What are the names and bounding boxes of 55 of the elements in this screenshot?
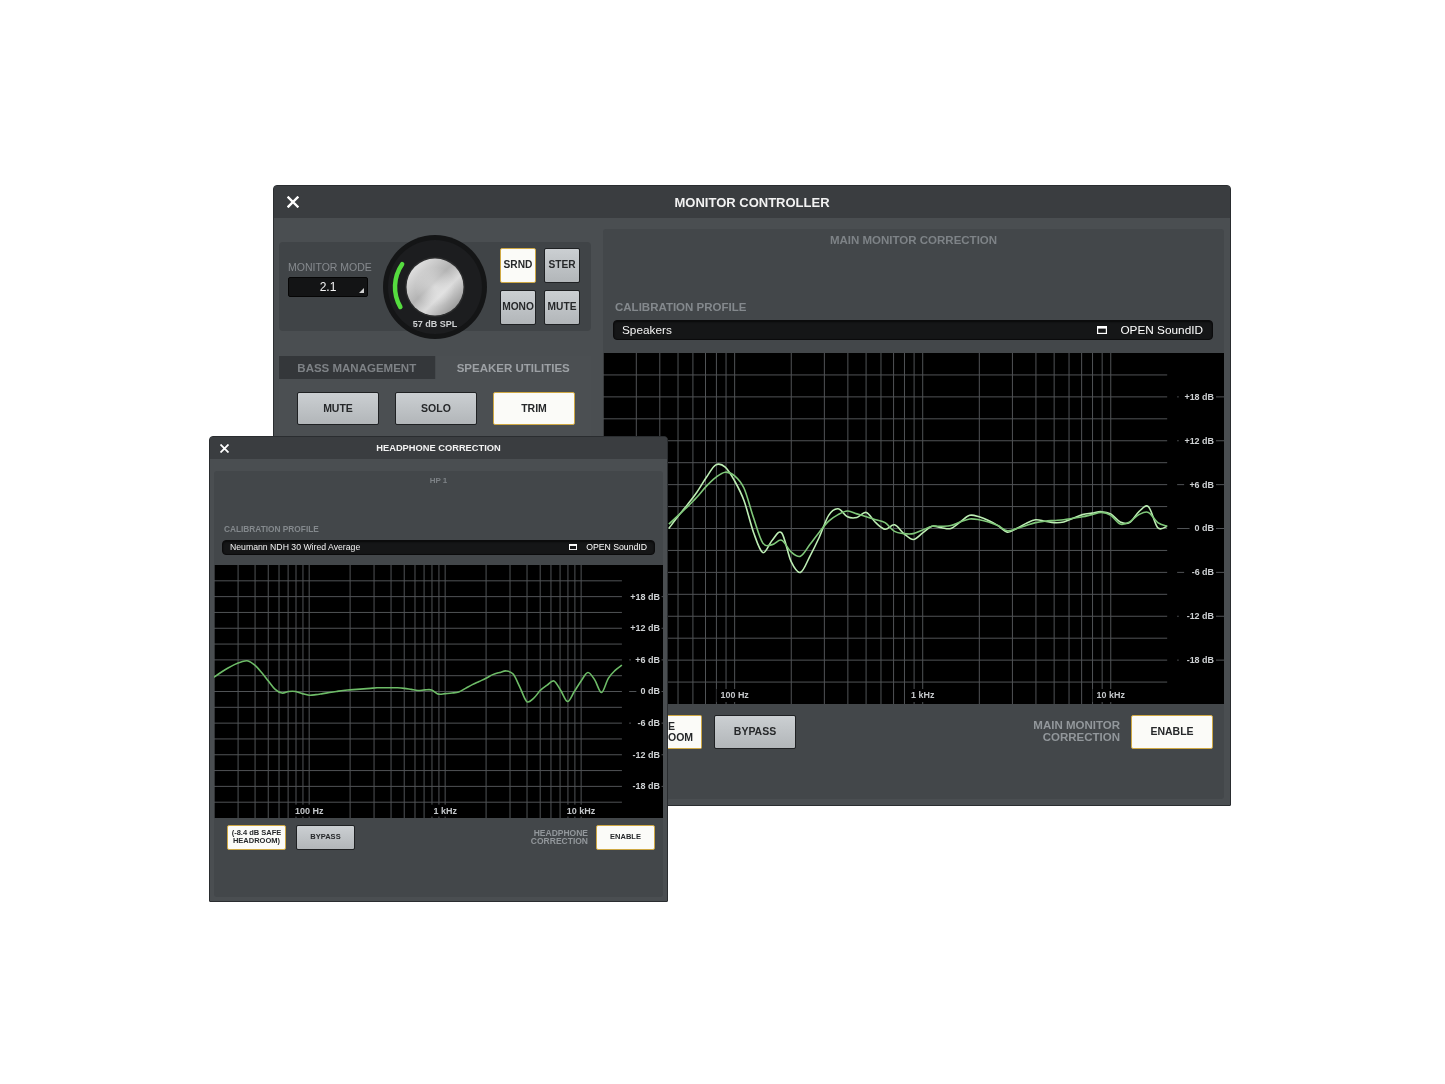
- open-button[interactable]: OPEN SoundID: [1097, 322, 1203, 337]
- axis-label: +6 dB: [635, 654, 661, 665]
- utility-button[interactable]: MUTE: [297, 392, 379, 425]
- axis-label: -6 dB: [637, 717, 661, 728]
- axis-label: -18 dB: [1186, 654, 1215, 665]
- section-title: HP 1: [429, 476, 448, 486]
- profile-field[interactable]: Neumann NDH 30 Wired Average OPEN SoundID: [222, 539, 655, 555]
- close-icon: [287, 196, 299, 208]
- axis-label: -18 dB: [632, 780, 661, 791]
- axis-label: -12 dB: [1186, 610, 1215, 621]
- axis-label: 10 kHz: [1096, 689, 1125, 700]
- field-label: CALIBRATION PROFILE: [615, 300, 747, 315]
- axis-label: 0 dB: [640, 686, 661, 697]
- axis-label: 100 Hz: [294, 805, 324, 816]
- enable-button[interactable]: ENABLE: [1131, 714, 1213, 749]
- mode-button[interactable]: MONO: [500, 290, 536, 325]
- window-title: HEADPHONE CORRECTION: [376, 443, 501, 453]
- axis-label: 10 kHz: [566, 805, 596, 816]
- utility-button[interactable]: TRIM: [493, 392, 575, 425]
- profile-value: Neumann NDH 30 Wired Average: [230, 542, 361, 553]
- corner-triangle-icon: [359, 288, 364, 293]
- window-title: MONITOR CONTROLLER: [674, 194, 830, 210]
- enable-label: HEADPHONE CORRECTION: [530, 828, 588, 846]
- section-title: MAIN MONITOR CORRECTION: [829, 234, 998, 248]
- bypass-button[interactable]: BYPASS: [714, 714, 796, 749]
- axis-label: +6 dB: [1189, 479, 1215, 490]
- axis-label: +12 dB: [630, 622, 661, 633]
- axis-label: -12 dB: [632, 749, 661, 760]
- profile-field[interactable]: Speakers OPEN SoundID: [613, 319, 1213, 340]
- open-button[interactable]: OPEN SoundID: [569, 542, 647, 553]
- field-label: MONITOR MODE: [288, 261, 372, 273]
- volume-knob[interactable]: [383, 234, 487, 339]
- field-label: CALIBRATION PROFILE: [224, 524, 319, 535]
- axis-label: +18 dB: [630, 591, 661, 602]
- knob-reading: 57 dB SPL: [412, 318, 458, 330]
- axis-label: +12 dB: [1184, 435, 1215, 446]
- profile-value: Speakers: [622, 322, 672, 337]
- axis-label: -6 dB: [1191, 566, 1215, 577]
- window-icon: [569, 544, 578, 551]
- mode-dropdown[interactable]: 2.1: [288, 277, 368, 297]
- mode-button[interactable]: MUTE: [544, 290, 580, 325]
- axis-label: 1 kHz: [911, 689, 935, 700]
- axis-label: 100 Hz: [720, 689, 749, 700]
- mode-button[interactable]: SRND: [500, 248, 536, 283]
- axis-label: 1 kHz: [433, 805, 457, 816]
- axis-label: +18 dB: [1184, 391, 1215, 402]
- enable-label: MAIN MONITOR CORRECTION: [1033, 720, 1120, 744]
- close-button[interactable]: [287, 196, 299, 208]
- mode-button[interactable]: STER: [544, 248, 580, 283]
- axis-label: 0 dB: [1194, 523, 1215, 534]
- close-icon: [220, 443, 229, 453]
- utility-button[interactable]: SOLO: [395, 392, 477, 425]
- headroom-button[interactable]: E OOM: [668, 714, 702, 749]
- close-button[interactable]: [220, 443, 229, 453]
- window-icon: [1097, 325, 1108, 334]
